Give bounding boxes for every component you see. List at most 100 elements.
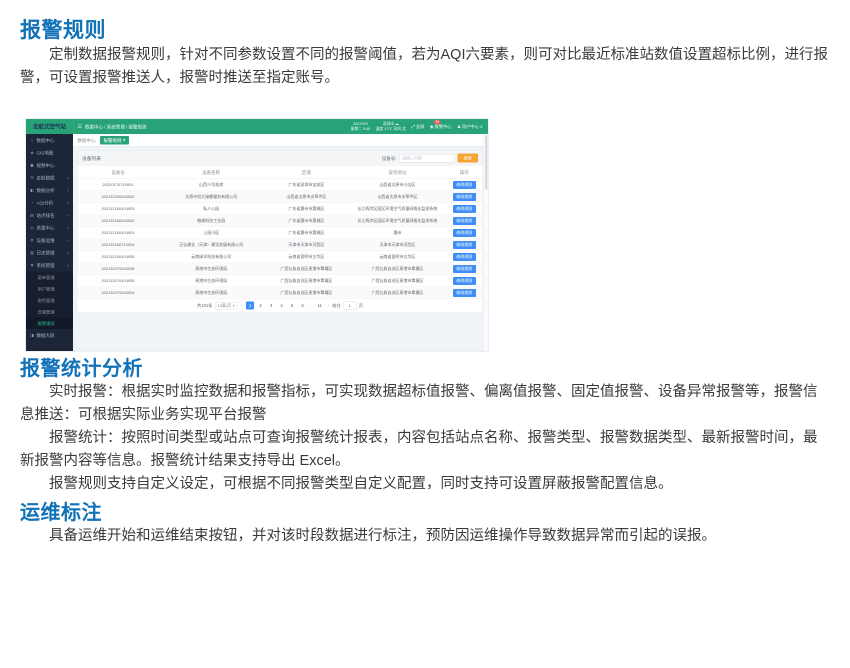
page-number-4[interactable]: 4 xyxy=(278,302,286,310)
modify-rule-button[interactable]: 修改规则 xyxy=(453,181,476,189)
gis-map-icon: ◈ xyxy=(30,151,35,156)
sidebar-item-label: 走航数据 xyxy=(37,175,55,182)
collapse-menu-icon[interactable]: ☰ xyxy=(78,124,82,130)
page-number-11[interactable]: 11 xyxy=(316,302,324,310)
sidebar-item-cruise-data[interactable]: ☷走航数据∨ xyxy=(26,172,73,185)
page-size-select[interactable]: 10条/页 ∨ xyxy=(215,302,238,310)
section-title-alarm-statistics: 报警统计分析 xyxy=(20,352,830,381)
scrollbar-thumb[interactable] xyxy=(485,135,488,190)
sidebar-item-aqi-analysis[interactable]: ◔AQI分析∨ xyxy=(26,197,73,210)
page-number-6[interactable]: 6 xyxy=(299,302,307,310)
alarm-rules-paragraph: 定制数据报警规则，针对不同参数设置不同的报警阈值，若为AQI六要素，则可对比最近… xyxy=(20,44,830,90)
goto-page-input[interactable]: 1 xyxy=(343,301,356,310)
user-center-button[interactable]: ♟ 用户中心 ∨ xyxy=(457,124,483,130)
section-title-alarm-rules: 报警规则 xyxy=(20,14,830,44)
page-number-5[interactable]: 5 xyxy=(288,302,296,310)
sidebar-item-data-analysis[interactable]: ◧数据分析∨ xyxy=(26,184,73,197)
table-row: 202112070104008贵港市生态环境局广西壮族自治区贵港市覃塘区广西壮族… xyxy=(78,263,483,275)
alarm-center-button[interactable]: 99 ◉ 报警中心 xyxy=(430,124,452,130)
mini-app-header: 走航式空气站 ☰ 数据中心 / 系统管理 / 报警规则 2022/3/9 星期二… xyxy=(26,119,488,134)
sidebar-subitem[interactable]: 菜单管理 xyxy=(26,272,73,284)
content-area: 设备列表 设备号: 搜索 xyxy=(73,147,488,352)
tab-bar: 数据中心 报警规则 ▾ xyxy=(73,134,488,147)
sidebar-item-device-ops[interactable]: ⚙设备运维∨ xyxy=(26,234,73,247)
column-header: 设备名称 xyxy=(159,166,264,179)
modify-rule-button[interactable]: 修改规则 xyxy=(453,217,476,225)
table-row: 202112200104002太原市恒大绿都服务有限公司山西省太原市尖草坪区山西… xyxy=(78,191,483,203)
data-analysis-icon: ◧ xyxy=(30,188,35,193)
modify-rule-button[interactable]: 修改规则 xyxy=(453,205,476,213)
search-button[interactable]: 搜索 xyxy=(457,154,478,163)
pagination-ellipsis: … xyxy=(309,303,313,308)
scrollbar[interactable] xyxy=(484,134,489,351)
chevron-down-icon: ∨ xyxy=(67,188,70,192)
alarm-custom-paragraph: 报警规则支持自定义设定，可根据不同报警类型自定义配置，同时支持可设置屏蔽报警配置… xyxy=(20,473,830,496)
sidebar-item-label: 数据中心 xyxy=(37,137,55,144)
sidebar-item-label: 系统管理 xyxy=(37,262,55,269)
chevron-down-icon: ∨ xyxy=(67,238,70,242)
sidebar-item-log-manage[interactable]: ▥日志管理∨ xyxy=(26,247,73,260)
device-list-card: 设备列表 设备号: 搜索 xyxy=(77,151,483,313)
datetime-display: 2022/3/9 星期二 9:48 xyxy=(351,122,371,132)
sidebar-item-quality-center[interactable]: ◎质量中心∨ xyxy=(26,222,73,235)
search-label: 设备号: xyxy=(382,155,397,162)
fullscreen-button[interactable]: ⤢ 全屏 xyxy=(411,124,424,130)
table-header-row: 设备号设备名称区域安装地址操作 xyxy=(78,166,483,179)
modify-rule-button[interactable]: 修改规则 xyxy=(453,193,476,201)
table-row: 202112160710004正弘建业（天津）建设发展有限公司天津市天津市河西区… xyxy=(78,239,483,251)
time-text: 星期二 9:48 xyxy=(351,127,371,132)
modify-rule-button[interactable]: 修改规则 xyxy=(453,253,476,261)
table-body: 20220170710001山西72号机房广东省深圳市宝安区山西省太原市小店区修… xyxy=(78,179,483,299)
sidebar-item-gis-map[interactable]: ◈GIS地图 xyxy=(26,147,73,160)
search-bar: 设备号: 搜索 xyxy=(382,154,478,163)
chevron-down-icon: ∨ xyxy=(67,213,70,217)
sidebar-item-data-center[interactable]: ⌂数据中心 xyxy=(26,134,73,147)
sidebar-item-data-screen[interactable]: ◨数据大屏 xyxy=(26,329,73,342)
breadcrumb: 数据中心 / 系统管理 / 报警规则 xyxy=(85,123,147,130)
cruise-data-icon: ☷ xyxy=(30,176,35,181)
sidebar-subitem[interactable]: 用户管理 xyxy=(26,283,73,295)
sidebar-subitem[interactable]: 报警规则 xyxy=(26,318,73,330)
page-number-2[interactable]: 2 xyxy=(257,302,265,310)
modify-rule-button[interactable]: 修改规则 xyxy=(453,229,476,237)
chevron-down-icon: ∨ xyxy=(480,124,483,130)
chevron-down-icon: ∨ xyxy=(67,251,70,255)
app-logo: 走航式空气站 xyxy=(26,119,74,134)
sidebar-subitem[interactable]: 角色管理 xyxy=(26,295,73,307)
sidebar-item-label: 日志管理 xyxy=(37,250,55,257)
sidebar-item-label: 设备运维 xyxy=(37,237,55,244)
data-center-icon: ⌂ xyxy=(30,138,35,143)
tab-data-center[interactable]: 数据中心 xyxy=(78,137,96,144)
prev-page-button[interactable]: ‹ xyxy=(240,303,243,308)
system-manage-icon: ❖ xyxy=(30,263,35,268)
sidebar-item-site-ranking[interactable]: ▤站点排名∨ xyxy=(26,209,73,222)
modify-rule-button[interactable]: 修改规则 xyxy=(453,289,476,297)
next-page-button[interactable]: › xyxy=(326,303,329,308)
sidebar-item-label: 数据大屏 xyxy=(37,332,55,339)
alarm-statistics-paragraph: 报警统计：按照时间类型或站点可查询报警统计报表，内容包括站点名称、报警类型、报警… xyxy=(20,427,830,473)
user-icon: ♟ xyxy=(457,124,461,130)
site-ranking-icon: ▤ xyxy=(30,213,35,218)
table-row: 20220170710001山西72号机房广东省深圳市宝安区山西省太原市小店区修… xyxy=(78,179,483,191)
weather-display: 深圳市 ☁ 温度 17℃ 风向 北 xyxy=(376,122,406,132)
page-number-3[interactable]: 3 xyxy=(267,302,275,310)
pagination-total: 共101条 xyxy=(197,303,213,309)
device-id-input[interactable] xyxy=(399,154,455,163)
ops-annotation-paragraph: 具备运维开始和运维结束按钮，并对该时段数据进行标注，预防因运维操作导致数据异常而… xyxy=(20,525,830,548)
table-row: 202112160104001上园小区广东省惠州市惠城区惠州修改规则 xyxy=(78,227,483,239)
tab-alarm-rules[interactable]: 报警规则 ▾ xyxy=(100,136,129,145)
modify-rule-button[interactable]: 修改规则 xyxy=(453,277,476,285)
modify-rule-button[interactable]: 修改规则 xyxy=(453,265,476,273)
sidebar-item-label: 视频中心 xyxy=(37,162,55,169)
video-center-icon: ▣ xyxy=(30,163,35,168)
modify-rule-button[interactable]: 修改规则 xyxy=(453,241,476,249)
fullscreen-icon: ⤢ xyxy=(411,124,414,130)
goto-unit-label: 页 xyxy=(359,303,363,309)
page-number-1[interactable]: 1 xyxy=(246,302,254,310)
sidebar-item-video-center[interactable]: ▣视频中心 xyxy=(26,159,73,172)
sidebar-item-system-manage[interactable]: ❖系统管理∧ xyxy=(26,259,73,272)
chevron-down-icon: ∨ xyxy=(67,226,70,230)
sidebar-subitem[interactable]: 云端管理 xyxy=(26,306,73,318)
data-screen-icon: ◨ xyxy=(30,333,35,338)
pagination: 共101条10条/页 ∨‹123456…11›前往1页 xyxy=(78,299,483,312)
